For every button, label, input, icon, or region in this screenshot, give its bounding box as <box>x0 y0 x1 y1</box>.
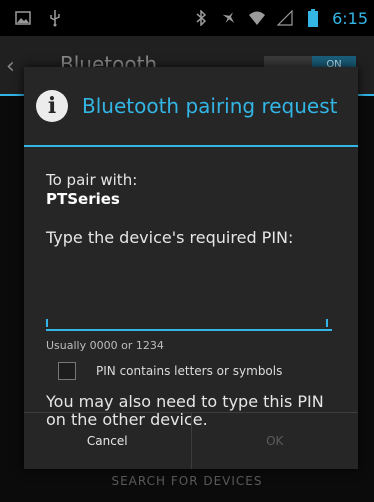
input-right-tick <box>326 319 328 327</box>
image-icon <box>14 9 32 27</box>
pin-prompt: Type the device's required PIN: <box>46 228 294 247</box>
dialog-buttons: Cancel OK <box>24 412 358 469</box>
battery-icon <box>304 9 322 27</box>
info-icon: i <box>36 90 68 122</box>
pin-input[interactable] <box>46 301 332 331</box>
pairing-dialog: i Bluetooth pairing request To pair with… <box>24 67 358 469</box>
dialog-header: i Bluetooth pairing request <box>24 67 358 147</box>
signal-icon <box>276 9 294 27</box>
usb-icon <box>46 9 64 27</box>
device-name: PTSeries <box>46 190 120 208</box>
alphanumeric-pin-label: PIN contains letters or symbols <box>96 364 283 378</box>
back-chevron-icon: ‹ <box>6 54 15 79</box>
alphanumeric-pin-row[interactable]: PIN contains letters or symbols <box>58 362 282 380</box>
wifi-icon <box>248 9 266 27</box>
dialog-body: To pair with: PTSeries Type the device's… <box>24 147 358 437</box>
bluetooth-icon <box>192 9 210 27</box>
pair-with-label: To pair with: <box>46 171 138 189</box>
dialog-title: Bluetooth pairing request <box>82 94 338 118</box>
input-left-tick <box>46 319 48 327</box>
clock: 6:15 <box>332 8 368 28</box>
pin-hint: Usually 0000 or 1234 <box>46 339 164 352</box>
alphanumeric-pin-checkbox[interactable] <box>58 362 76 380</box>
ok-button[interactable]: OK <box>192 413 359 469</box>
cancel-button[interactable]: Cancel <box>24 413 191 469</box>
search-for-devices-label: SEARCH FOR DEVICES <box>111 474 263 488</box>
status-bar: 6:15 <box>0 0 374 36</box>
airplane-icon <box>220 9 238 27</box>
